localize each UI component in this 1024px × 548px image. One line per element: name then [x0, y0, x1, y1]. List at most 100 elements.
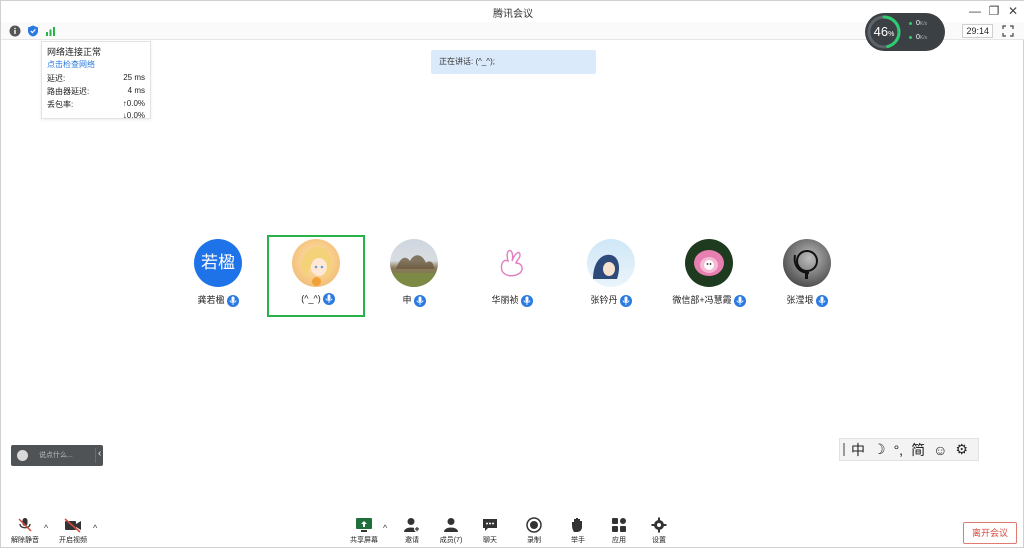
leave-meeting-button[interactable]: 离开会议 — [963, 522, 1017, 544]
ime-drag-handle[interactable] — [843, 443, 845, 456]
invite-button[interactable]: 邀请 — [392, 517, 432, 547]
avatar-initials: 若楹 — [201, 253, 235, 272]
members-button[interactable]: 成员(7) — [431, 517, 471, 547]
restore-button[interactable]: ❐ — [986, 3, 1002, 19]
cpu-monitor-widget[interactable]: 46% 0K/s 0K/s — [865, 13, 945, 51]
packet-loss-down-value: ↓0.0% — [122, 111, 145, 120]
raise-hand-button[interactable]: 举手 — [558, 517, 598, 547]
info-icon[interactable] — [9, 25, 21, 37]
meeting-window: 腾讯会议 — ❐ ✕ 29:14 网络连接正常 点击检查网络 延迟: 25 ms… — [0, 0, 1024, 548]
cpu-usage-text: 46% — [867, 15, 901, 49]
ime-moon-icon[interactable]: ☽ — [873, 441, 886, 458]
ime-settings-icon[interactable]: ⚙ — [955, 441, 968, 458]
ime-simplified-mode[interactable]: 简 — [911, 440, 925, 460]
download-dot-icon — [909, 35, 912, 39]
participant-tile[interactable]: 微信部+冯慧霞 — [660, 235, 758, 317]
chat-placeholder: 说点什么... — [39, 452, 73, 459]
share-screen-button[interactable]: 共享屏幕 — [344, 517, 384, 547]
check-network-link[interactable]: 点击检查网络 — [47, 59, 145, 70]
divider — [95, 448, 96, 463]
start-video-button[interactable]: 开启视频 — [53, 517, 93, 547]
latency-label: 延迟: — [47, 74, 66, 83]
latency-value: 25 ms — [123, 73, 145, 82]
avatar — [488, 239, 536, 287]
ime-emoji-icon[interactable]: ☺ — [933, 442, 947, 458]
record-button[interactable]: 录制 — [514, 517, 554, 547]
shield-icon[interactable] — [27, 25, 39, 37]
microphone-icon — [413, 294, 426, 307]
avatar — [390, 239, 438, 287]
landscape-photo-icon — [390, 255, 438, 287]
participant-name: 张滢垠 — [786, 295, 814, 305]
chat-input-box[interactable]: 说点什么... ‹ — [11, 445, 103, 466]
hand-icon — [572, 518, 582, 532]
muted-microphone-icon — [18, 518, 32, 532]
ime-punctuation-icon[interactable]: °, — [894, 442, 904, 458]
packet-loss-row: 丢包率: ↑0.0% — [47, 99, 145, 110]
router-latency-label: 路由器延迟: — [47, 87, 90, 96]
participant-tile[interactable]: 张钤丹 — [562, 235, 660, 317]
participant-tile[interactable]: 张滢垠 — [758, 235, 856, 317]
microphone-icon — [226, 294, 239, 307]
unmute-label: 解除静音 — [11, 537, 39, 544]
avatar — [783, 239, 831, 287]
settings-label: 设置 — [652, 537, 666, 544]
bunny-sketch-icon — [500, 249, 523, 277]
video-options-caret-icon[interactable]: ^ — [93, 523, 97, 533]
participant-tile[interactable]: 华丽祯 — [463, 235, 561, 317]
members-icon — [444, 518, 458, 532]
chat-bubble-icon — [483, 519, 497, 531]
microphone-icon — [520, 294, 533, 307]
packet-loss-label: 丢包率: — [47, 100, 74, 109]
share-screen-icon — [356, 518, 372, 532]
download-rate: 0K/s — [909, 34, 927, 41]
ime-toolbar: 中 ☽ °, 简 ☺ ⚙ — [839, 438, 979, 461]
router-latency-row: 路由器延迟: 4 ms — [47, 86, 145, 97]
participant-name: 龚若楹 — [197, 295, 225, 305]
members-label: 成员(7) — [439, 537, 463, 544]
cpu-percent-sign: % — [888, 31, 895, 38]
invite-user-icon — [404, 518, 420, 532]
participant-tile-active[interactable]: (^_^) — [267, 235, 365, 317]
participant-name-row: 华丽祯 — [463, 293, 561, 307]
raise-hand-label: 举手 — [571, 537, 585, 544]
participant-name-row: (^_^) — [269, 293, 367, 305]
participant-name: 张钤丹 — [590, 295, 618, 305]
participant-name: (^_^) — [301, 293, 321, 304]
close-button[interactable]: ✕ — [1005, 3, 1021, 19]
participant-name-row: 龚若楹 — [169, 293, 267, 307]
apps-label: 应用 — [612, 537, 626, 544]
participant-tile[interactable]: 申 — [365, 235, 463, 317]
speaking-indicator: 正在讲话: (^_^); — [431, 50, 596, 74]
apps-grid-icon — [612, 518, 626, 532]
meeting-timer: 29:14 — [962, 24, 993, 38]
record-icon — [526, 517, 542, 533]
emoji-icon[interactable] — [17, 450, 28, 461]
share-options-caret-icon[interactable]: ^ — [383, 523, 387, 533]
share-screen-label: 共享屏幕 — [350, 537, 378, 544]
minimize-button[interactable]: — — [967, 3, 983, 19]
cpu-percent: 46 — [873, 24, 889, 39]
fullscreen-icon[interactable] — [1002, 25, 1014, 37]
download-rate-unit: K/s — [919, 35, 928, 41]
audio-options-caret-icon[interactable]: ^ — [44, 523, 48, 533]
start-video-label: 开启视频 — [59, 537, 87, 544]
packet-loss-down-row: ↓0.0% — [47, 111, 145, 120]
chat-label: 聊天 — [483, 537, 497, 544]
collapse-chevron-icon[interactable]: ‹ — [98, 448, 101, 459]
unmute-button[interactable]: 解除静音 — [5, 517, 45, 547]
upload-rate-unit: K/s — [919, 21, 928, 27]
lotus-flower-icon — [694, 250, 724, 276]
avatar — [685, 239, 733, 287]
gear-icon — [651, 517, 667, 533]
participant-tile[interactable]: 若楹 龚若楹 — [169, 235, 267, 317]
participant-name: 华丽祯 — [491, 295, 519, 305]
chat-button[interactable]: 聊天 — [470, 517, 510, 547]
participant-name-row: 张滢垠 — [758, 293, 856, 307]
ime-chinese-mode[interactable]: 中 — [851, 440, 865, 460]
apps-button[interactable]: 应用 — [599, 517, 639, 547]
network-status-title: 网络连接正常 — [47, 47, 102, 57]
signal-icon[interactable] — [45, 25, 57, 37]
settings-button[interactable]: 设置 — [639, 517, 679, 547]
participant-name: 微信部+冯慧霞 — [672, 295, 732, 305]
